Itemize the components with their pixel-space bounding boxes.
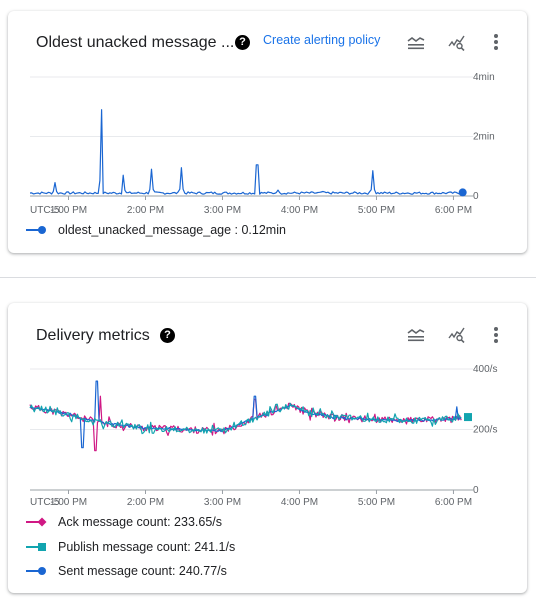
series-line-oldest-unacked bbox=[29, 109, 463, 195]
legend-item-ack[interactable]: Ack message count : 233.65/s bbox=[26, 515, 222, 529]
legend-item-publish[interactable]: Publish message count : 241.1/s bbox=[26, 540, 235, 554]
legend-swatch-square-icon bbox=[26, 541, 48, 553]
oldest-unacked-card: Oldest unacked message ... ? Create aler… bbox=[8, 11, 527, 253]
legend-series-name: Sent message count bbox=[58, 564, 172, 578]
x-tick-label: 3:00 PM bbox=[204, 497, 241, 508]
y-tick-label: 0 bbox=[473, 191, 479, 202]
y-tick-label: 400/s bbox=[473, 364, 497, 375]
x-tick-label: 4:00 PM bbox=[281, 205, 318, 216]
series-line-sent-message-count bbox=[29, 380, 462, 449]
legend-series-value: 240.77/s bbox=[178, 564, 227, 578]
last-value-marker bbox=[458, 188, 467, 197]
legend-series-value: 233.65/s bbox=[174, 515, 223, 529]
x-tick-label: 2:00 PM bbox=[127, 497, 164, 508]
legend-swatch-circle-icon bbox=[26, 565, 48, 577]
legend-series-name: Publish message count bbox=[58, 540, 188, 554]
y-tick-label: 4min bbox=[473, 72, 495, 83]
legend-swatch-diamond-icon bbox=[26, 516, 48, 528]
x-tick-label: 2:00 PM bbox=[127, 205, 164, 216]
x-tick-label: 3:00 PM bbox=[204, 205, 241, 216]
legend-swatch-circle-icon bbox=[26, 224, 48, 236]
x-tick-label: 5:00 PM bbox=[358, 205, 395, 216]
delivery-metrics-card: Delivery metrics ? 0 200/s 400/s UTC-5 1:00 … bbox=[8, 303, 527, 593]
x-tick-label: 1:00 PM bbox=[50, 497, 87, 508]
legend-separator: : bbox=[171, 564, 179, 578]
legend-item[interactable]: oldest_unacked_message_age : 0.12min bbox=[26, 223, 286, 237]
oldest-unacked-chart: 02min4minUTC-51:00 PM 2:00 PM 3:00 PM 4:00 … bbox=[29, 72, 495, 216]
legend-series-value: 0.12min bbox=[241, 223, 286, 237]
y-tick-label: 200/s bbox=[473, 425, 497, 436]
x-tick-label: 5:00 PM bbox=[358, 497, 395, 508]
x-tick-label: 6:00 PM bbox=[435, 497, 472, 508]
legend-separator: : bbox=[187, 540, 195, 554]
x-tick-label: 1:00 PM bbox=[50, 205, 87, 216]
y-tick-label: 2min bbox=[473, 132, 495, 143]
legend-series-name: Ack message count bbox=[58, 515, 168, 529]
legend-separator: : bbox=[231, 223, 242, 237]
x-tick-label: 6:00 PM bbox=[435, 205, 472, 216]
section-divider bbox=[0, 277, 536, 278]
publish-last-value-marker bbox=[464, 413, 472, 422]
legend-series-name: oldest_unacked_message_age bbox=[58, 223, 232, 237]
y-tick-label: 0 bbox=[473, 485, 479, 496]
x-tick-label: 4:00 PM bbox=[281, 497, 318, 508]
legend-separator: : bbox=[167, 515, 175, 529]
legend-series-value: 241.1/s bbox=[194, 540, 236, 554]
legend-item-sent[interactable]: Sent message count : 240.77/s bbox=[26, 564, 227, 578]
